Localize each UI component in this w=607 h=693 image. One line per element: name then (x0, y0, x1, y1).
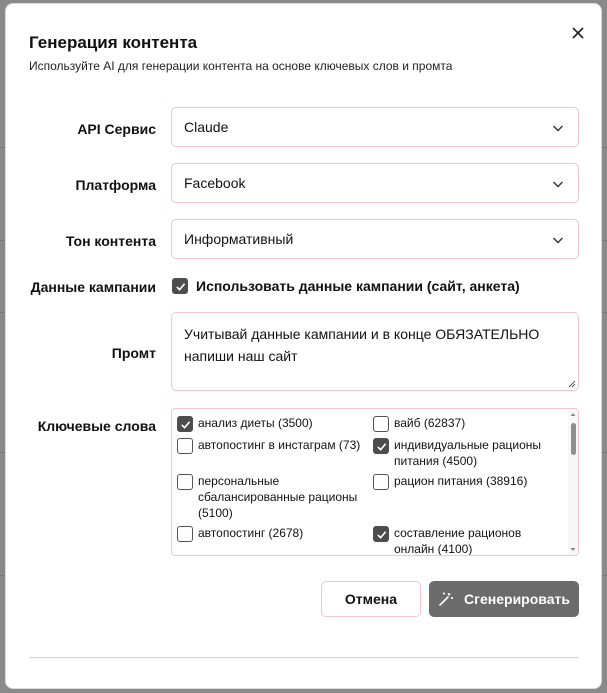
platform-label: Платформа (75, 177, 156, 193)
checkmark-icon (180, 420, 190, 429)
keyword-item[interactable]: индивидуальные рационы питания (4500) (373, 437, 563, 469)
keyword-checkbox[interactable] (177, 526, 193, 542)
keyword-label: вайб (62837) (394, 416, 466, 430)
generate-button-label: Сгенерировать (464, 591, 570, 607)
footer-divider (29, 657, 579, 658)
keyword-item[interactable]: анализ диеты (3500) (177, 415, 367, 432)
keyword-label: автопостинг (2678) (198, 526, 304, 540)
keyword-label: составление рационов онлайн (4100) (394, 526, 522, 556)
keyword-label: рацион питания (38916) (394, 474, 528, 488)
chevron-down-icon (553, 181, 563, 188)
generate-button[interactable]: Сгенерировать (429, 581, 579, 617)
checkmark-icon (175, 282, 185, 291)
campaign-data-checkbox[interactable] (172, 278, 188, 294)
resize-handle-icon[interactable] (567, 379, 576, 388)
api-service-select[interactable]: Claude (171, 107, 579, 147)
close-icon (572, 27, 584, 39)
tone-value: Информативный (184, 231, 294, 247)
keyword-label: автопостинг в инстаграм (73) (198, 438, 361, 452)
keyword-checkbox[interactable] (177, 416, 193, 432)
keyword-checkbox[interactable] (373, 416, 389, 432)
keyword-item[interactable]: составление рационов онлайн (4100) (373, 525, 563, 556)
keyword-label: анализ диеты (3500) (198, 416, 313, 430)
scrollbar-thumb[interactable] (571, 423, 576, 455)
keyword-item[interactable]: рацион питания (38916) (373, 473, 563, 490)
cancel-button[interactable]: Отмена (321, 581, 421, 617)
scroll-up-icon[interactable] (568, 410, 578, 418)
keywords-list[interactable]: анализ диеты (3500) вайб (62837) автопос… (171, 408, 579, 556)
campaign-data-checkbox-label: Использовать данные кампании (сайт, анке… (196, 278, 520, 294)
campaign-data-label: Данные кампании (30, 279, 156, 295)
checkmark-icon (376, 442, 386, 451)
prompt-text: Учитывай данные кампании и в конце ОБЯЗА… (184, 326, 540, 364)
dialog-title: Генерация контента (29, 33, 198, 52)
prompt-label: Промт (111, 345, 156, 361)
platform-select[interactable]: Facebook (171, 163, 579, 203)
keyword-checkbox[interactable] (373, 474, 389, 490)
keyword-item[interactable]: автопостинг (2678) (177, 525, 367, 542)
tone-label: Тон контента (65, 233, 156, 249)
checkmark-icon (376, 530, 386, 539)
chevron-down-icon (553, 125, 563, 132)
keyword-label: персональные сбалансированные рационы (5… (198, 474, 358, 520)
keyword-checkbox[interactable] (177, 438, 193, 454)
platform-value: Facebook (184, 175, 246, 191)
api-service-label: API Сервис (77, 121, 156, 137)
campaign-data-toggle[interactable]: Использовать данные кампании (сайт, анке… (172, 278, 520, 294)
dialog-subtitle: Используйте AI для генерации контента на… (29, 59, 453, 73)
close-button[interactable] (569, 24, 587, 42)
tone-select[interactable]: Информативный (171, 219, 579, 259)
keyword-item[interactable]: вайб (62837) (373, 415, 563, 432)
keyword-label: индивидуальные рационы питания (4500) (394, 438, 542, 468)
keyword-checkbox[interactable] (373, 438, 389, 454)
scroll-down-icon[interactable] (568, 546, 578, 554)
keyword-checkbox[interactable] (177, 474, 193, 490)
keywords-scrollbar[interactable] (568, 409, 578, 555)
keywords-label: Ключевые слова (37, 418, 156, 434)
keyword-checkbox[interactable] (373, 526, 389, 542)
keyword-item[interactable]: персональные сбалансированные рационы (5… (177, 473, 367, 521)
prompt-textarea[interactable]: Учитывай данные кампании и в конце ОБЯЗА… (171, 312, 579, 391)
magic-wand-icon (439, 592, 454, 606)
content-generation-dialog: Генерация контента Используйте AI для ге… (5, 3, 602, 689)
api-service-value: Claude (184, 119, 229, 135)
keyword-item[interactable]: автопостинг в инстаграм (73) (177, 437, 369, 454)
chevron-down-icon (553, 237, 563, 244)
